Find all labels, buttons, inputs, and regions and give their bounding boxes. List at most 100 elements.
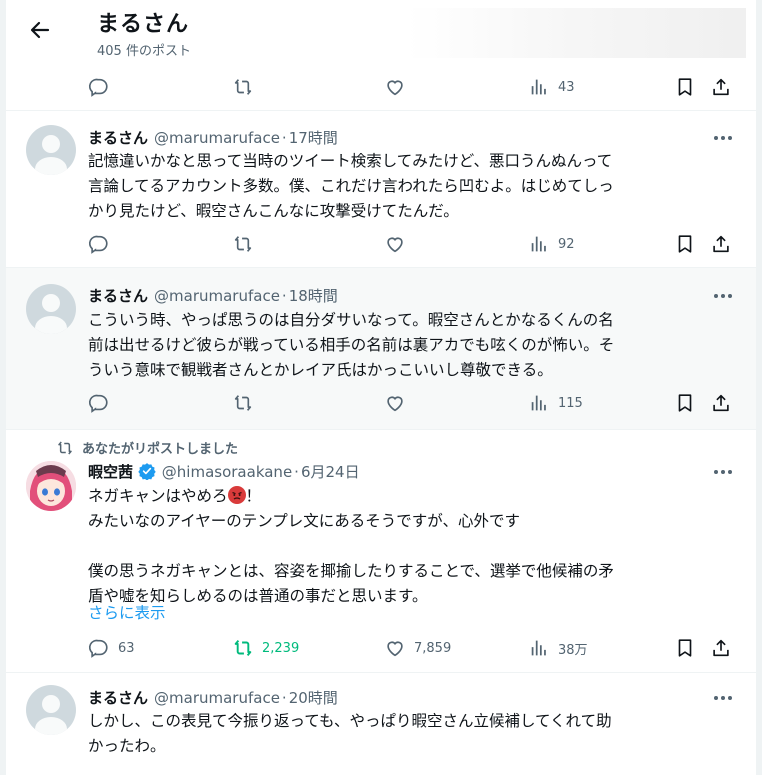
bookmark-button[interactable]	[674, 637, 696, 659]
bookmark-button[interactable]	[674, 233, 696, 255]
more-options-icon[interactable]	[711, 129, 735, 147]
retweet-button[interactable]	[232, 392, 254, 414]
bookmark-icon	[678, 235, 692, 253]
tweet[interactable]: まるさん @marumaruface · 18時間 こういう時、やっぱ思うのは自分ダサ…	[6, 268, 756, 429]
tweet-text-line: こういう時、やっぱ思うのは自分ダサいなって。暇空さんとかなるくんの名	[88, 311, 614, 329]
views-button[interactable]: 43	[528, 76, 575, 98]
timestamp[interactable]: 18時間	[289, 287, 338, 305]
timestamp[interactable]: 17時間	[289, 129, 338, 147]
avatar[interactable]	[26, 125, 76, 175]
reply-button[interactable]: 63	[88, 637, 135, 659]
tweet-text-line: みたいなのアイヤーのテンプレ文にあるそうですが、心外です	[88, 512, 520, 530]
share-icon	[713, 394, 729, 412]
share-button[interactable]	[710, 76, 732, 98]
heart-icon	[387, 80, 403, 96]
tweet-meta: まるさん @marumaruface · 17時間	[88, 129, 338, 147]
like-button[interactable]	[384, 233, 406, 255]
views-count: 115	[558, 395, 583, 411]
retweet-icon	[234, 395, 252, 411]
handle[interactable]: @marumaruface	[154, 287, 280, 305]
tweet-text-line: 言論してるアカウント多数。僕、これだけ言われたら凹むよ。はじめてしっ	[88, 177, 614, 195]
retweet-count: 2,239	[262, 640, 300, 656]
tweet-text-segment: ！	[245, 487, 262, 505]
more-options-icon[interactable]	[711, 689, 735, 707]
views-button[interactable]: 115	[528, 392, 583, 414]
display-name[interactable]: 暇空茜	[88, 463, 133, 481]
reply-icon	[88, 639, 108, 658]
tweet-text-line: ういう意味で観戦者さんとかレイア氏はかっこいいし尊敬できる。	[88, 361, 553, 379]
views-chart-icon	[531, 236, 546, 252]
display-name[interactable]: まるさん	[88, 129, 148, 147]
retweet-active-icon	[234, 640, 252, 656]
display-name[interactable]: まるさん	[88, 287, 148, 305]
share-icon	[713, 78, 729, 96]
repost-label[interactable]: あなたがリポストしました	[82, 438, 238, 457]
reply-icon	[88, 235, 108, 254]
reply-button[interactable]	[88, 233, 110, 255]
views-chart-icon	[531, 395, 546, 411]
tweet[interactable]: まるさん @marumaruface · 20時間 しかし、この表見て今振り返っても、…	[6, 673, 756, 775]
views-chart-icon	[531, 79, 546, 95]
reply-icon	[88, 78, 108, 97]
views-button[interactable]: 92	[528, 233, 575, 255]
profile-header: まるさん 405 件のポスト	[6, 0, 756, 72]
handle[interactable]: @himasoraakane	[162, 463, 292, 481]
more-options-icon[interactable]	[711, 463, 735, 481]
right-rail	[756, 0, 762, 775]
heart-icon	[387, 237, 403, 253]
tweet-text: こういう時、やっぱ思うのは自分ダサいなって。暇空さんとかなるくんの名 前は出せる…	[88, 308, 738, 383]
handle[interactable]: @marumaruface	[154, 129, 280, 147]
tweet-meta: まるさん @marumaruface · 18時間	[88, 287, 338, 305]
avatar[interactable]	[26, 461, 76, 511]
share-button[interactable]	[710, 233, 732, 255]
tweet-text-line: 僕の思うネガキャンとは、容姿を揶揄したりすることで、選挙で他候補の矛	[88, 562, 614, 580]
views-count: 38万	[558, 642, 588, 658]
default-avatar-icon	[35, 695, 67, 735]
action-bar: 63 2,239 7,859 38万	[88, 637, 729, 661]
like-button[interactable]	[384, 76, 406, 98]
avatar[interactable]	[26, 284, 76, 334]
bookmark-button[interactable]	[674, 76, 696, 98]
tweet[interactable]: あなたがリポストしました 暇空茜 @himasoraakane · 6月24日 ネガ…	[6, 430, 756, 672]
tweet-text-line: 前は出せるけど彼らが戦っている相手の名前は裏アカでも呟くのが怖い。そ	[88, 336, 615, 354]
tweet-meta: 暇空茜 @himasoraakane · 6月24日	[88, 463, 360, 481]
retweet-icon	[234, 79, 252, 95]
retweet-button[interactable]	[232, 76, 254, 98]
avatar[interactable]	[26, 685, 76, 735]
like-button[interactable]	[384, 392, 406, 414]
timestamp[interactable]: 20時間	[289, 689, 338, 707]
action-bar: 115	[88, 392, 729, 416]
retweet-button[interactable]	[232, 233, 254, 255]
handle[interactable]: @marumaruface	[154, 689, 280, 707]
bookmark-icon	[678, 639, 692, 657]
share-button[interactable]	[710, 637, 732, 659]
views-count: 43	[558, 79, 575, 95]
show-more-link[interactable]: さらに表示	[88, 601, 166, 623]
display-name[interactable]: まるさん	[88, 689, 148, 707]
like-button[interactable]: 7,859	[384, 637, 451, 659]
bookmark-icon	[678, 394, 692, 412]
retweet-button[interactable]: 2,239	[232, 637, 299, 659]
verified-badge-icon	[138, 463, 156, 480]
tweet[interactable]: まるさん @marumaruface · 17時間 記憶違いかなと思って当時のツイート…	[6, 111, 756, 267]
header-blurred-region	[406, 8, 746, 58]
retweet-icon	[234, 236, 252, 252]
tweet-text-line: ネガキャンはやめろ ！	[88, 484, 738, 509]
tweet-text: ネガキャンはやめろ！ みたいなのアイヤーのテンプレ文にあるそうですが、心外です …	[88, 484, 738, 609]
reply-button[interactable]	[88, 76, 110, 98]
back-arrow-icon[interactable]	[28, 18, 52, 42]
heart-icon	[387, 396, 403, 412]
share-icon	[713, 235, 729, 253]
reply-count: 63	[118, 640, 135, 656]
tweet-text: 記憶違いかなと思って当時のツイート検索してみたけど、悪口うんぬんって 言論してる…	[88, 149, 738, 224]
bookmark-icon	[678, 78, 692, 96]
bookmark-button[interactable]	[674, 392, 696, 414]
timeline-column: まるさん 405 件のポスト 43 まるさん@marumaruface·1	[6, 0, 756, 775]
views-button[interactable]: 38万	[528, 637, 588, 659]
reply-button[interactable]	[88, 392, 110, 414]
tweet-text-line: 盾や嘘を知らしめるのは普通の事だと思います。	[88, 587, 428, 605]
timestamp[interactable]: 6月24日	[301, 463, 360, 481]
tweet-text: しかし、この表見て今振り返っても、やっぱり暇空さん立候補してくれて助 かったわ。	[88, 709, 738, 759]
more-options-icon[interactable]	[711, 287, 735, 305]
share-button[interactable]	[710, 392, 732, 414]
